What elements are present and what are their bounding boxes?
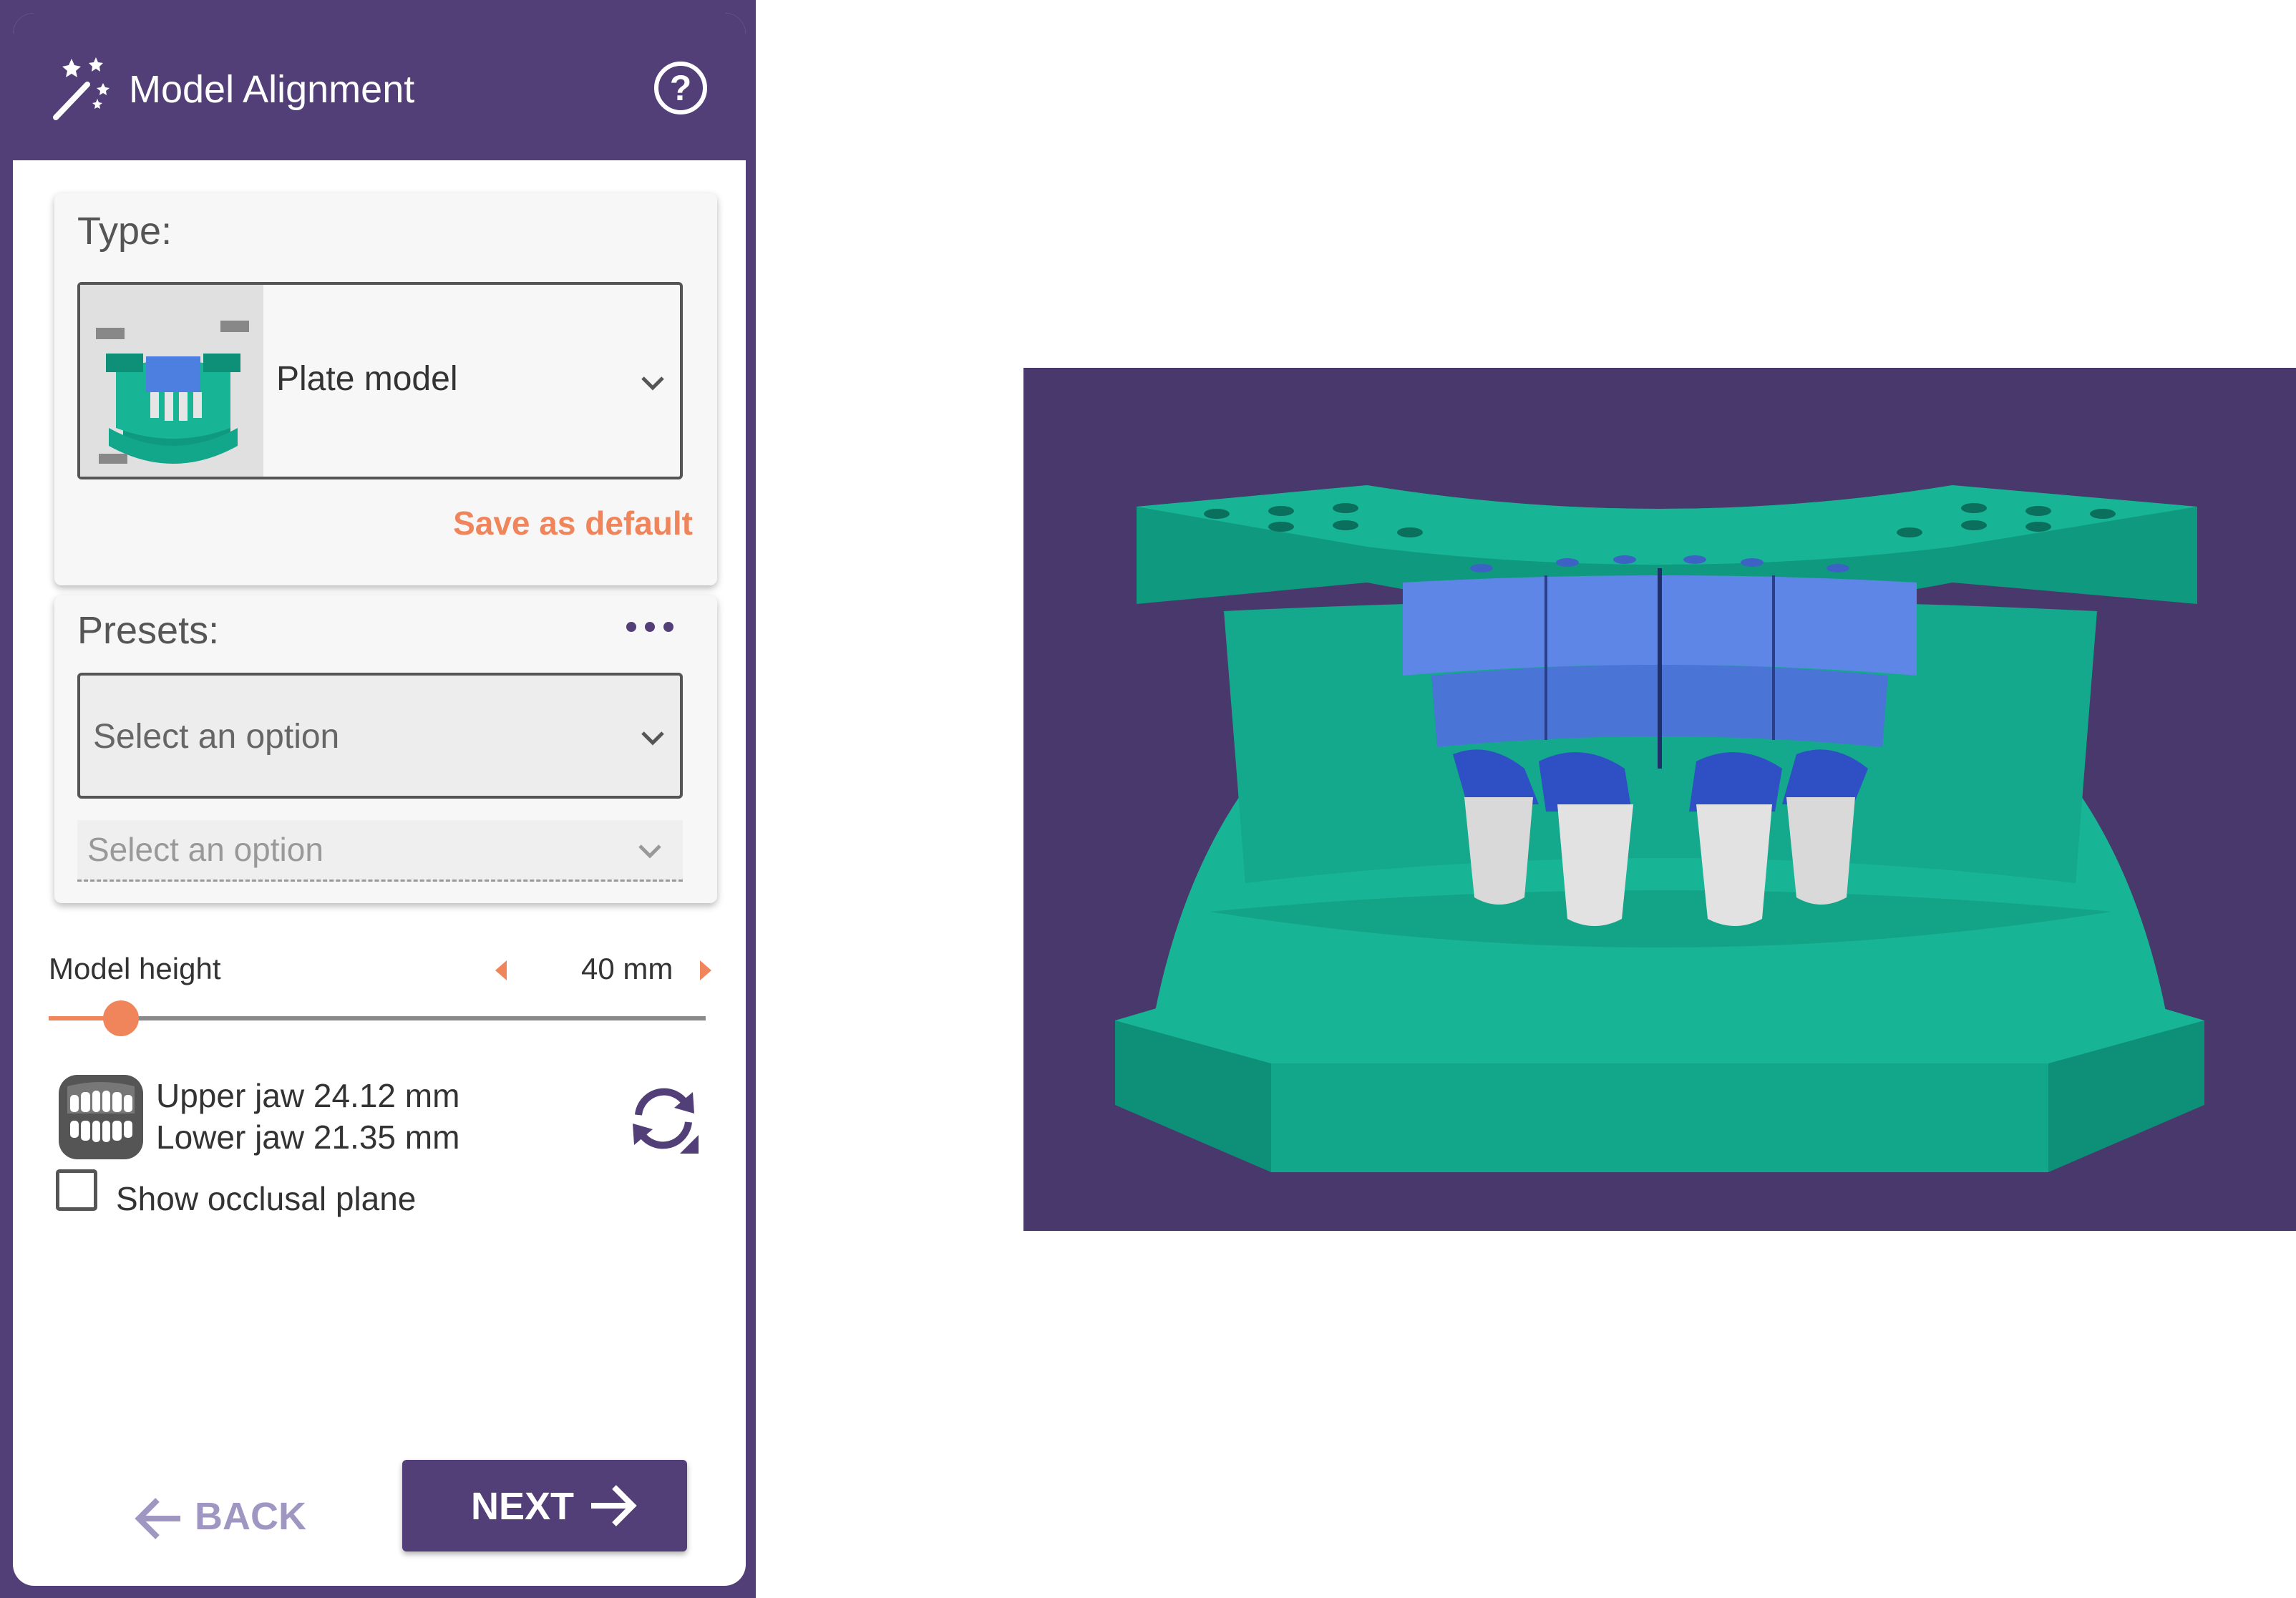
arrow-right-icon [591,1485,637,1526]
chevron-down-icon [638,844,661,859]
lower-jaw-height: Lower jaw 21.35 mm [156,1119,460,1156]
chevron-down-icon [641,731,664,746]
help-circle-icon[interactable]: ? [654,62,707,115]
show-occlusal-plane-label: Show occlusal plane [116,1180,417,1217]
next-button[interactable]: NEXT [402,1460,687,1551]
preset-dropdown-primary[interactable]: Select an option [77,673,683,799]
more-dots-icon[interactable] [621,613,678,641]
sidebar: Model Alignment ? Type: Plate model Save… [0,0,756,1598]
caret-left-icon[interactable] [492,956,510,985]
presets-label: Presets: [77,609,220,652]
plate-model-thumbnail [80,285,263,477]
back-button-label: BACK [195,1495,306,1538]
caret-right-icon[interactable] [697,956,714,985]
save-as-default-link[interactable]: Save as default [453,504,693,542]
chevron-down-icon [641,376,664,391]
type-selected-value: Plate model [276,360,458,398]
magic-wand-icon [53,57,110,120]
model-alignment-panel: Model Alignment ? Type: Plate model Save… [13,13,746,1586]
presets-card: Presets: Select an option Select an opti… [54,595,717,903]
plate-model-render [1115,485,2204,1172]
preset-dropdown-secondary[interactable]: Select an option [77,820,683,882]
preset-primary-placeholder: Select an option [93,718,340,756]
panel-header: Model Alignment ? [13,13,746,160]
next-button-label: NEXT [471,1485,575,1528]
back-button[interactable]: BACK [120,1473,335,1562]
type-label: Type: [77,210,172,253]
swap-jaws-icon[interactable] [624,1079,703,1158]
3d-viewport[interactable] [1023,368,2296,1231]
preset-secondary-placeholder: Select an option [87,831,324,868]
type-card: Type: Plate model Save as default [54,193,717,585]
model-height-label: Model height [49,952,221,985]
model-height-slider-thumb[interactable] [102,1000,139,1036]
type-dropdown[interactable]: Plate model [77,282,683,479]
model-height-value: 40 mm [581,952,673,985]
show-occlusal-plane-checkbox[interactable] [56,1169,97,1211]
upper-jaw-height: Upper jaw 24.12 mm [156,1077,460,1114]
panel-title: Model Alignment [129,68,415,111]
model-height-slider[interactable] [49,1016,706,1020]
arrow-left-icon [135,1498,180,1539]
teeth-icon [59,1075,143,1159]
